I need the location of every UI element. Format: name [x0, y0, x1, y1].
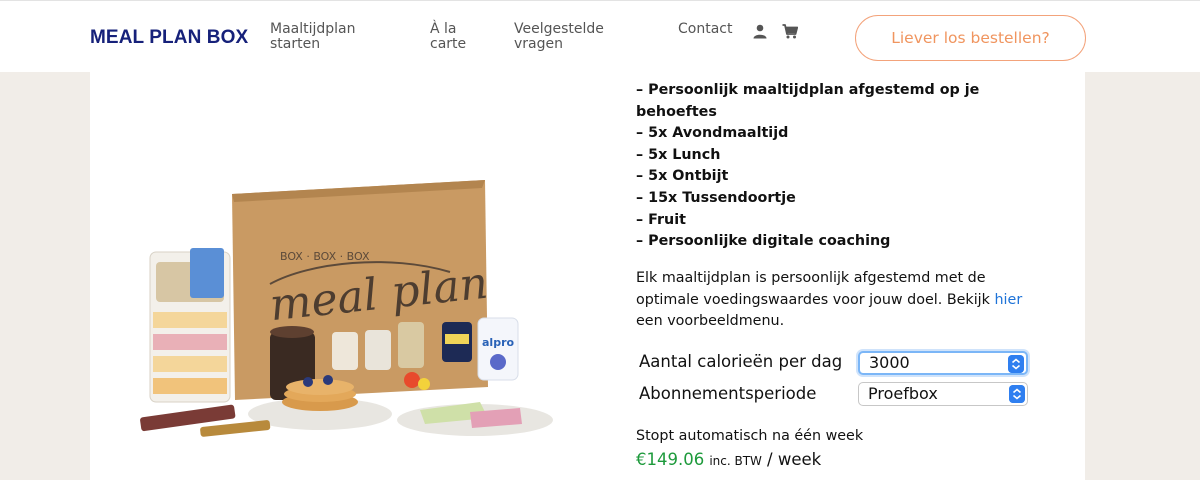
description-text-end: een voorbeeldmenu. [636, 313, 785, 330]
order-separately-button[interactable]: Liever los bestellen? [855, 15, 1086, 61]
plan-description: Elk maaltijdplan is persoonlijk afgestem… [636, 268, 1036, 333]
nav-veelgestelde-vragen[interactable]: Veelgestelde vragen [514, 22, 634, 52]
feature-item: – Persoonlijk maaltijdplan afgestemd op … [636, 82, 980, 120]
cart-icon[interactable] [782, 23, 798, 39]
calories-value: 3000 [869, 353, 910, 372]
tax-note: inc. BTW [709, 454, 762, 468]
user-icon[interactable] [752, 23, 768, 39]
feature-item: – 5x Ontbijt [636, 168, 729, 185]
calories-select[interactable]: 3000 [858, 351, 1028, 375]
feature-item: – 5x Avondmaaltijd [636, 125, 789, 142]
box-top-text: BOX · BOX · BOX [280, 250, 370, 263]
nav-contact[interactable]: Contact [678, 22, 732, 37]
feature-item: – Fruit [636, 211, 686, 228]
nav-a-la-carte[interactable]: À la carte [430, 22, 490, 52]
nav-maaltijdplan-starten[interactable]: Maaltijdplan starten [270, 22, 390, 52]
price-row: €149.06 inc. BTW / week [636, 450, 821, 469]
feature-item: – Persoonlijke digitale coaching [636, 233, 891, 250]
product-panel: BOX · BOX · BOX meal plan alpro – Persoo… [90, 72, 1085, 480]
feature-list: – Persoonlijk maaltijdplan afgestemd op … [636, 80, 996, 253]
example-menu-link[interactable]: hier [994, 292, 1022, 308]
period-select[interactable]: Proefbox [858, 382, 1028, 406]
select-arrows-icon [1009, 385, 1025, 403]
select-arrows-icon [1008, 355, 1024, 373]
alpro-label: alpro [482, 336, 514, 349]
feature-item: – 5x Lunch [636, 146, 721, 163]
site-header: MEAL PLAN BOX Maaltijdplan starten À la … [0, 0, 1200, 72]
price-value: €149.06 [636, 450, 705, 469]
feature-item: – 15x Tussendoortje [636, 189, 796, 206]
auto-stop-note: Stopt automatisch na één week [636, 428, 864, 444]
meal-plan-box-image: BOX · BOX · BOX meal plan alpro [140, 180, 553, 437]
calories-label: Aantal calorieën per dag [639, 352, 843, 371]
period-value: Proefbox [868, 384, 938, 403]
description-text: Elk maaltijdplan is persoonlijk afgestem… [636, 270, 995, 308]
price-period: / week [767, 450, 822, 469]
period-label: Abonnementsperiode [639, 384, 817, 403]
site-logo[interactable]: MEAL PLAN BOX [90, 27, 248, 49]
